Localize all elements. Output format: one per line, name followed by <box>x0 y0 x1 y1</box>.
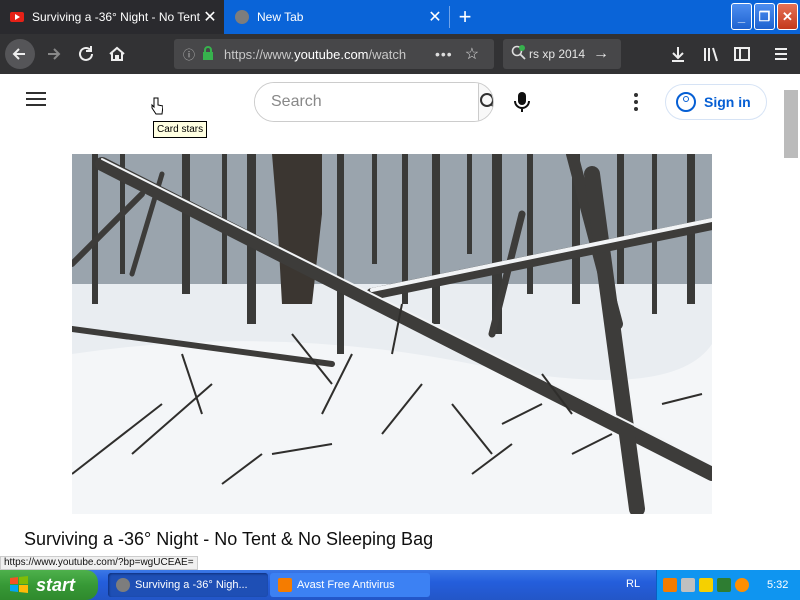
video-frame <box>72 154 712 514</box>
youtube-favicon <box>10 12 24 22</box>
tab-title: New Tab <box>257 10 304 24</box>
sign-in-label: Sign in <box>704 94 751 110</box>
info-icon[interactable]: ⓘ <box>180 46 198 63</box>
search-engine-icon[interactable] <box>511 44 527 64</box>
menu-icon[interactable] <box>766 39 796 69</box>
tab-new-tab[interactable]: New Tab ✕ <box>225 0 449 34</box>
clock[interactable]: 5:32 <box>767 579 788 591</box>
maximize-button[interactable]: ❐ <box>754 3 775 30</box>
nav-bar: ⓘ https://www.youtube.com/watch ••• ☆ rs… <box>0 34 800 74</box>
close-tab-icon[interactable]: ✕ <box>200 7 220 27</box>
library-icon[interactable] <box>696 39 726 69</box>
taskbar-item-avast[interactable]: Avast Free Antivirus <box>270 573 430 597</box>
avast-tray-icon[interactable] <box>663 578 677 592</box>
close-window-button[interactable]: ✕ <box>777 3 798 30</box>
new-tab-button[interactable]: + <box>452 4 478 30</box>
page-actions-icon[interactable]: ••• <box>435 46 453 62</box>
tab-title: Surviving a -36° Night - No Tent & No Sl… <box>32 10 200 24</box>
youtube-search-box <box>254 82 494 122</box>
system-tray: 5:32 <box>656 570 800 600</box>
browser-app-icon <box>116 578 130 592</box>
tab-divider <box>449 6 450 28</box>
minimize-button[interactable]: _ <box>731 3 752 30</box>
task-label: Surviving a -36° Nigh... <box>135 579 248 591</box>
start-label: start <box>36 574 76 595</box>
search-bar[interactable]: rs xp 2014 → <box>503 39 621 69</box>
url-path: /watch <box>368 46 407 62</box>
scrollbar-thumb[interactable] <box>784 90 798 158</box>
user-icon <box>676 92 696 112</box>
url-domain: youtube.com <box>294 46 369 62</box>
tab-bar: Surviving a -36° Night - No Tent & No Sl… <box>0 0 800 34</box>
taskbar: start Surviving a -36° Nigh... Avast Fre… <box>0 570 800 600</box>
go-arrow-icon[interactable]: → <box>593 45 609 63</box>
hand-cursor-icon <box>151 97 163 115</box>
search-button[interactable] <box>478 83 493 121</box>
close-tab-icon[interactable]: ✕ <box>425 7 445 27</box>
url-prefix: https://www. <box>224 46 295 62</box>
video-title: Surviving a -36° Night - No Tent & No Sl… <box>24 529 434 549</box>
url-text: https://www.youtube.com/watch <box>224 47 429 62</box>
home-icon[interactable] <box>102 39 132 69</box>
network-tray-icon[interactable] <box>681 578 695 592</box>
avast-app-icon <box>278 578 292 592</box>
youtube-search-input[interactable] <box>255 83 478 121</box>
mic-icon[interactable] <box>511 90 533 114</box>
sidebar-icon[interactable] <box>727 39 757 69</box>
search-bar-text: rs xp 2014 <box>529 47 586 61</box>
url-bar[interactable]: ⓘ https://www.youtube.com/watch ••• ☆ <box>174 39 494 69</box>
search-tray-icon[interactable] <box>735 578 749 592</box>
reload-icon[interactable] <box>71 39 101 69</box>
youtube-page: Sign in Card stars <box>0 74 800 568</box>
lock-icon[interactable] <box>202 45 214 63</box>
forward-icon[interactable] <box>38 39 68 69</box>
search-icon <box>480 93 493 108</box>
tab-youtube[interactable]: Surviving a -36° Night - No Tent & No Sl… <box>0 0 224 34</box>
task-label: Avast Free Antivirus <box>297 579 395 591</box>
video-player[interactable] <box>72 154 712 514</box>
sign-in-button[interactable]: Sign in <box>665 84 767 120</box>
kebab-icon[interactable] <box>630 93 642 111</box>
download-icon[interactable] <box>663 39 693 69</box>
tooltip: Card stars <box>153 121 208 138</box>
update-tray-icon[interactable] <box>717 578 731 592</box>
language-indicator[interactable]: RL <box>626 578 640 590</box>
back-icon[interactable] <box>5 39 35 69</box>
hamburger-icon[interactable] <box>26 92 46 110</box>
windows-logo-icon <box>10 576 28 593</box>
status-bar-url: https://www.youtube.com/?bp=wgUCEAE= <box>0 556 198 570</box>
newtab-favicon <box>235 10 249 24</box>
bookmark-star-icon[interactable]: ☆ <box>465 44 479 64</box>
start-button[interactable]: start <box>0 570 98 600</box>
taskbar-item-browser[interactable]: Surviving a -36° Nigh... <box>108 573 268 597</box>
security-tray-icon[interactable] <box>699 578 713 592</box>
